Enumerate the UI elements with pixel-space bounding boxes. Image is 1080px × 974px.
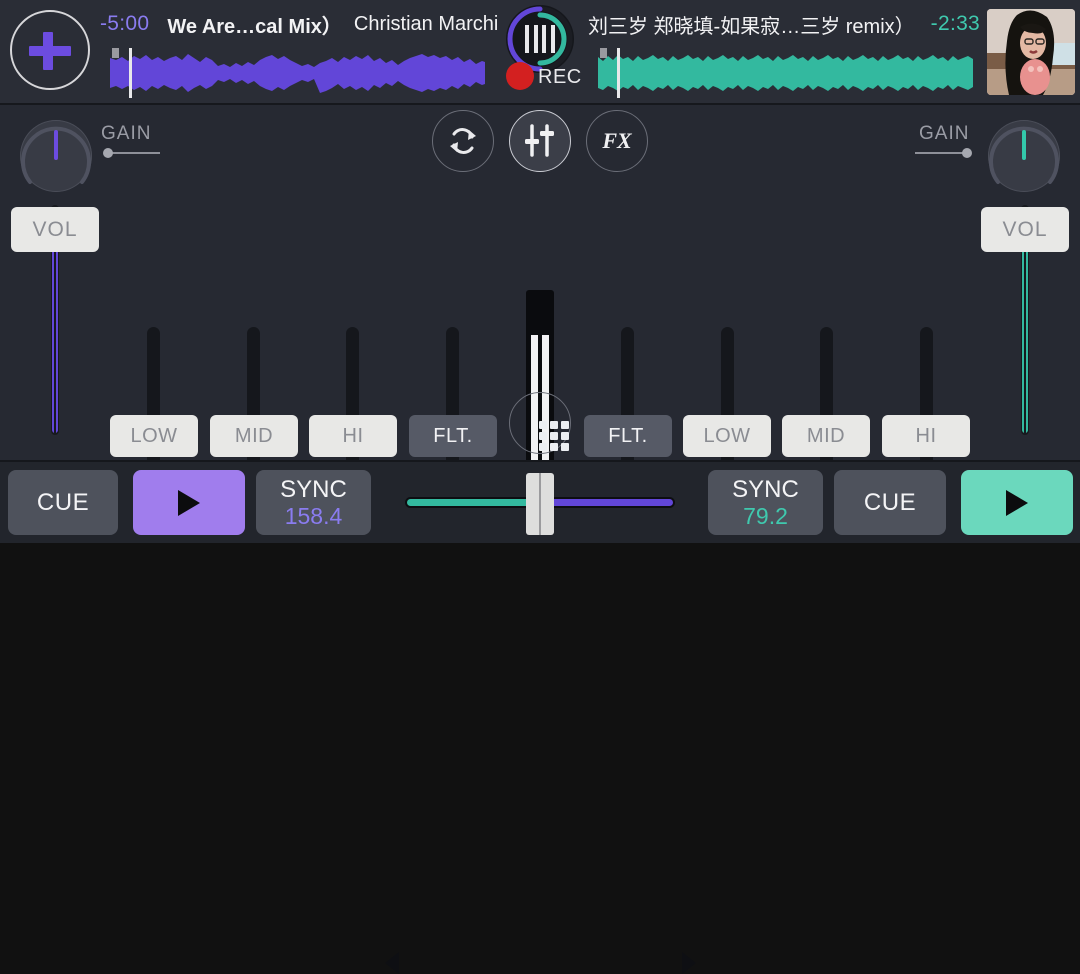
deck-a-track-artist: Christian Marchi — [353, 12, 499, 35]
play-button-b[interactable] — [961, 470, 1073, 535]
crossfader-fill-right — [540, 499, 673, 506]
transport-bar: CUE SYNC 158.4 SYNC 79.2 CUE — [0, 462, 1080, 974]
deck-b-track-header: 刘三岁 郑晓填-如果寂…三岁 remix） -2:33 — [588, 8, 980, 40]
dj-mixer-app: -5:00 We Are…cal Mix） Christian Marchi 刘… — [0, 0, 1080, 974]
volume-fader-a-handle[interactable]: VOL — [11, 207, 99, 252]
top-bar: -5:00 We Are…cal Mix） Christian Marchi 刘… — [0, 0, 1080, 104]
grid-3x3-icon — [539, 421, 569, 451]
sync-button-a[interactable]: SYNC 158.4 — [256, 470, 371, 535]
plus-icon-vertical — [43, 32, 53, 70]
sync-button-a-bpm: 158.4 — [284, 503, 343, 529]
eq-button-a-low[interactable]: LOW — [110, 415, 198, 457]
gain-knob-a-indicator — [54, 130, 58, 160]
gain-knob-a[interactable] — [20, 120, 92, 192]
deck-b-cue-marker — [600, 48, 607, 58]
eq-button-b-flt[interactable]: FLT. — [584, 415, 672, 457]
deck-a-playhead — [129, 48, 132, 98]
volume-fader-b-handle[interactable]: VOL — [981, 207, 1069, 252]
deck-a-cue-marker — [112, 48, 119, 58]
fx-button-label: FX — [602, 128, 632, 153]
sync-button-a-label: SYNC — [280, 476, 347, 503]
crossfader-handle[interactable] — [526, 473, 554, 535]
eq-button-b-mid[interactable]: MID — [782, 415, 870, 457]
pads-button[interactable] — [509, 392, 571, 454]
gain-slider-a[interactable] — [105, 152, 160, 154]
user-avatar[interactable] — [987, 9, 1075, 95]
sync-button-b-label: SYNC — [732, 476, 799, 503]
sync-button-b[interactable]: SYNC 79.2 — [708, 470, 823, 535]
deck-b-time-remaining: -2:33 — [930, 12, 981, 35]
cue-button-a[interactable]: CUE — [8, 470, 118, 535]
cue-button-b[interactable]: CUE — [834, 470, 946, 535]
gain-knob-b-indicator — [1022, 130, 1026, 160]
deck-a-waveform[interactable] — [110, 48, 485, 98]
add-track-button[interactable] — [10, 10, 90, 90]
loop-button[interactable] — [432, 110, 494, 172]
mixer-body: GAIN GAIN VOL VOL LOW MID HI FLT. FLT. L… — [0, 105, 1080, 542]
deck-b-waveform[interactable] — [598, 48, 973, 98]
triangle-left-icon[interactable] — [385, 952, 399, 974]
crossfader[interactable] — [405, 473, 675, 535]
play-triangle-icon — [178, 489, 200, 516]
gain-label-b: GAIN — [919, 123, 970, 144]
eq-button-a-mid[interactable]: MID — [210, 415, 298, 457]
record-button[interactable] — [506, 62, 534, 90]
triangle-right-icon[interactable] — [682, 952, 696, 974]
cue-button-b-label: CUE — [863, 488, 917, 516]
deck-a-track-title: We Are…cal Mix） — [167, 15, 342, 38]
mixer-button[interactable] — [509, 110, 571, 172]
record-label: REC — [538, 66, 582, 88]
eq-button-a-flt[interactable]: FLT. — [409, 415, 497, 457]
gain-knob-b[interactable] — [988, 120, 1060, 192]
gain-label-a: GAIN — [101, 123, 152, 144]
eq-button-a-hi[interactable]: HI — [309, 415, 397, 457]
deck-a-track-header: -5:00 We Are…cal Mix） Christian Marchi — [100, 8, 499, 40]
vu-meter-bars — [525, 25, 555, 53]
play-button-a[interactable] — [133, 470, 245, 535]
deck-b-playhead — [617, 48, 620, 98]
eq-button-b-hi[interactable]: HI — [882, 415, 970, 457]
gain-slider-a-thumb[interactable] — [103, 148, 113, 158]
sliders-icon — [525, 124, 554, 157]
gain-slider-b-thumb[interactable] — [962, 148, 972, 158]
play-triangle-icon — [1006, 489, 1028, 516]
eq-button-b-low[interactable]: LOW — [683, 415, 771, 457]
loop-arrows-icon — [450, 128, 476, 154]
sync-button-b-bpm: 79.2 — [743, 503, 788, 529]
deck-a-time-remaining: -5:00 — [100, 12, 150, 35]
fx-button[interactable]: FX — [586, 110, 648, 172]
cue-button-a-label: CUE — [36, 488, 90, 516]
deck-b-track-title: 刘三岁 郑晓填-如果寂…三岁 remix） — [588, 15, 915, 38]
crossfader-fill-left — [407, 499, 540, 506]
